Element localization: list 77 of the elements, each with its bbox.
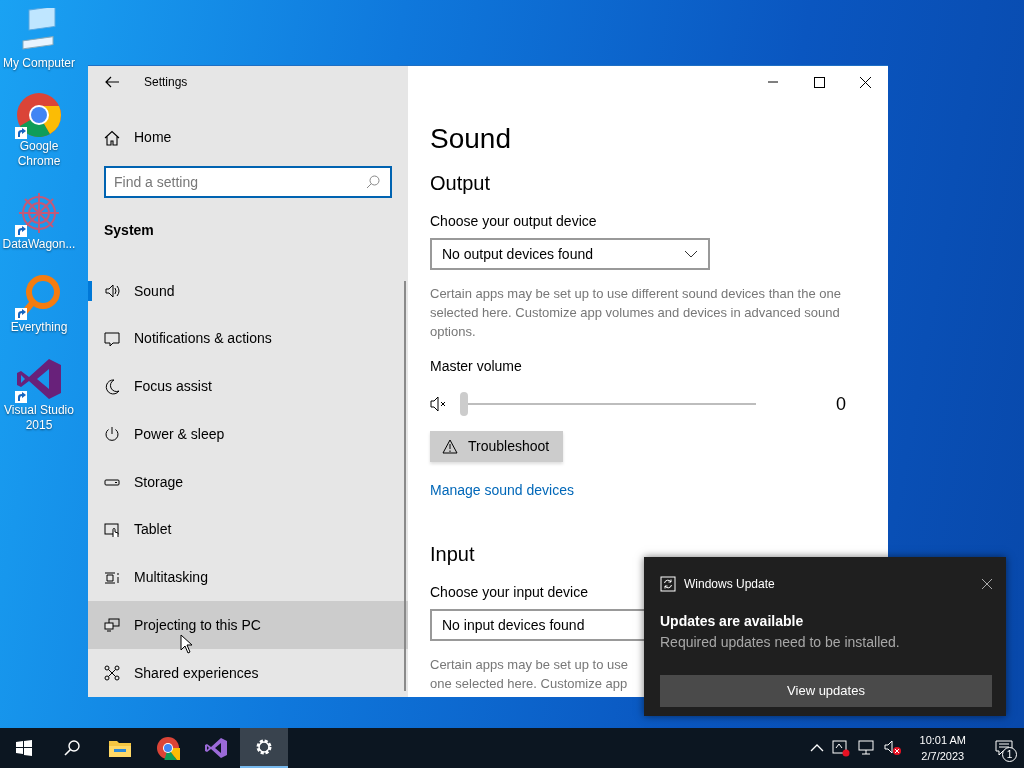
field-label: Choose your output device <box>430 212 597 230</box>
search-icon <box>366 174 380 189</box>
close-icon[interactable] <box>859 76 871 88</box>
search-field[interactable]: Find a setting <box>104 165 392 198</box>
nav-item[interactable]: Power & sleep <box>88 410 408 459</box>
nav-item[interactable]: Storage <box>88 458 408 506</box>
slider-thumb[interactable] <box>460 392 468 416</box>
nav-item[interactable]: Notifications & actions <box>88 315 408 363</box>
view-updates-button[interactable]: View updates <box>660 675 992 707</box>
home-icon <box>104 129 120 146</box>
mouse-pointer-icon <box>180 634 194 654</box>
desktop-icon-label: Google Chrome <box>16 139 62 169</box>
windows-logo-icon <box>16 740 32 756</box>
screens-icon <box>104 617 120 634</box>
speaker-icon <box>104 283 120 300</box>
device-dropdown[interactable]: No output devices found <box>430 238 710 270</box>
action-center-button[interactable]: 1 <box>984 728 1024 768</box>
chrome-icon <box>156 736 180 760</box>
chrome-icon <box>15 91 63 139</box>
desktop-icon-label: DataWagon... <box>2 237 76 252</box>
troubleshoot-button[interactable]: Troubleshoot <box>430 431 564 462</box>
nav-label: Projecting to this PC <box>134 615 261 635</box>
desktop-icon-label: Visual Studio 2015 <box>3 403 75 433</box>
nav-label: Multitasking <box>134 568 208 588</box>
nav-label: Power & sleep <box>134 424 225 444</box>
nav-label: Storage <box>134 472 184 492</box>
field-label: Master volume <box>430 357 522 375</box>
toast-app-name: Windows Update <box>684 576 775 593</box>
close-button[interactable] <box>982 579 992 589</box>
tablet-icon <box>104 521 120 538</box>
maximize-icon[interactable] <box>813 76 825 88</box>
nav-item[interactable]: Tablet <box>88 506 408 554</box>
help-text: Certain apps may be set up to use different sound devices than the one selected here. Customize app volumes and devices in advanced sound options. <box>430 285 842 341</box>
home-item[interactable]: Home <box>88 117 408 158</box>
warning-icon <box>442 439 458 454</box>
help-text: Certain apps may be set up to use one selected here. Customize app <box>430 656 628 693</box>
nav-label: Focus assist <box>134 377 212 397</box>
nodes-icon <box>104 665 120 682</box>
search-icon <box>64 740 80 756</box>
volume-slider[interactable] <box>460 392 756 416</box>
nav-label: Tablet <box>134 520 172 540</box>
volume-reading: 0 <box>836 392 846 416</box>
nav-item[interactable]: Multitasking <box>88 553 408 602</box>
gear-icon <box>254 737 274 757</box>
manage-devices-link[interactable]: Manage sound devices <box>430 480 574 501</box>
muted-speaker-icon[interactable] <box>883 740 902 756</box>
security-alert-icon[interactable] <box>831 739 850 757</box>
page-title: Sound <box>430 122 511 156</box>
desktop-icon-label: Everything <box>10 320 68 335</box>
section-heading: Output <box>430 171 491 196</box>
nav-label: Shared experiences <box>134 663 259 683</box>
chevron-icon <box>684 250 698 258</box>
visual-studio-icon <box>204 736 228 760</box>
section-heading: System <box>103 220 155 240</box>
window-title: Settings <box>144 73 188 91</box>
section-heading: Input <box>430 542 475 567</box>
folder-icon <box>108 738 132 758</box>
nav-label: Notifications & actions <box>134 329 272 349</box>
desktop-icon-label: My Computer <box>3 56 75 71</box>
chevron-up-icon[interactable] <box>809 743 824 753</box>
update-icon <box>660 576 676 592</box>
scrollbar[interactable] <box>404 281 406 691</box>
power-icon <box>104 426 120 443</box>
moon-icon <box>104 378 120 395</box>
network-icon[interactable] <box>857 740 876 756</box>
nav-item[interactable]: Projecting to this PC <box>88 601 408 650</box>
taskbar-button[interactable] <box>240 728 288 768</box>
window-layout-icon <box>104 569 120 586</box>
field-label: Choose your input device <box>430 583 588 601</box>
nav-label: Sound <box>134 281 175 301</box>
home-label: Home <box>134 128 172 148</box>
notification-count: 1 <box>1002 747 1017 762</box>
nav-item[interactable]: Focus assist <box>88 362 408 411</box>
nav-item[interactable]: Shared experiences <box>88 649 408 697</box>
clock[interactable]: 10:01 AM 2/7/2023 <box>909 732 976 764</box>
speech-bubble-icon <box>104 330 120 347</box>
message-icon <box>995 740 1013 756</box>
